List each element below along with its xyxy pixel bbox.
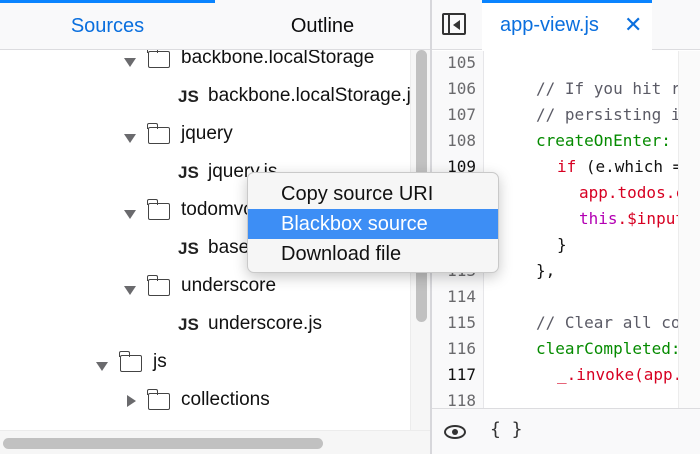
tree-item-label: backbone.localStorage.js: [208, 85, 410, 106]
code-line-110: app.todos.c: [579, 183, 685, 202]
tab-app-view-js[interactable]: app-view.js ✕: [482, 0, 652, 50]
editor-tabbar: app-view.js ✕: [432, 0, 700, 50]
tree-folder-js[interactable]: js: [0, 347, 410, 385]
tree-folder-underscore[interactable]: underscore: [0, 271, 410, 309]
editor-footer: { }: [432, 408, 700, 454]
code-line-109: if (e.which =: [557, 157, 682, 176]
code-keyword: this: [579, 209, 618, 228]
code-line-115: // Clear all co: [536, 313, 681, 332]
folder-icon: [147, 123, 170, 144]
folder-icon: [147, 199, 170, 220]
tree-horizontal-scrollbar[interactable]: [0, 430, 430, 454]
chevron-down-icon[interactable]: [124, 58, 136, 67]
code-line-116: clearCompleted:: [536, 339, 681, 358]
js-file-icon: JS: [178, 315, 199, 334]
tree-item-label: collections: [181, 389, 270, 410]
tree-folder-backbone-localstorage[interactable]: backbone.localStorage: [0, 50, 410, 81]
menu-item-download-file[interactable]: Download file: [248, 239, 498, 269]
menu-item-copy-source-uri[interactable]: Copy source URI: [248, 179, 498, 209]
code-line-112: }: [557, 235, 567, 254]
chevron-down-icon[interactable]: [124, 134, 136, 143]
tree-item-label: js: [153, 351, 167, 372]
code-line-106: // If you hit return: [536, 79, 700, 98]
folder-icon: [147, 275, 170, 296]
toggle-sidebar-icon[interactable]: [442, 13, 466, 35]
tab-sources[interactable]: Sources: [0, 0, 215, 50]
code-text: .invoke(app.: [566, 365, 683, 384]
code-text: _: [557, 365, 567, 384]
code-text: (e.which =: [576, 157, 683, 176]
context-menu: Copy source URI Blackbox source Download…: [247, 172, 499, 273]
code-line-108: createOnEnter:: [536, 131, 681, 150]
tree-item-label: backbone.localStorage: [181, 50, 375, 68]
tree-file-backbone-localstorage-js[interactable]: JS backbone.localStorage.js: [0, 81, 410, 119]
folder-icon: [147, 50, 170, 68]
eye-icon[interactable]: [444, 425, 466, 439]
pretty-print-button[interactable]: { }: [490, 419, 523, 440]
sources-tabbar: Sources Outline: [0, 0, 430, 50]
chevron-down-icon[interactable]: [96, 362, 108, 371]
chevron-down-icon[interactable]: [124, 286, 136, 295]
chevron-right-icon[interactable]: [127, 395, 136, 407]
tab-outline[interactable]: Outline: [215, 0, 430, 50]
code-line-111: this.$input: [579, 209, 685, 228]
menu-item-blackbox-source[interactable]: Blackbox source: [248, 209, 498, 239]
js-file-icon: JS: [178, 239, 199, 258]
tree-item-label: jquery: [181, 123, 233, 144]
close-icon[interactable]: ✕: [624, 12, 642, 38]
code-keyword: if: [557, 157, 577, 176]
folder-icon: [147, 389, 170, 410]
tree-file-underscore-js[interactable]: JS underscore.js: [0, 309, 410, 347]
editor-vertical-scrollbar[interactable]: [678, 51, 700, 408]
code-line-113: },: [536, 261, 556, 280]
code-line-107: // persisting it: [536, 105, 691, 124]
chevron-down-icon[interactable]: [124, 210, 136, 219]
code-text: .$input: [617, 209, 685, 228]
js-file-icon: JS: [178, 87, 199, 106]
editor-tab-filename: app-view.js: [500, 14, 599, 36]
tree-folder-jquery[interactable]: jquery: [0, 119, 410, 157]
tree-item-label: underscore: [181, 275, 277, 296]
code-line-117: _.invoke(app.: [557, 365, 682, 384]
js-file-icon: JS: [178, 163, 199, 182]
tree-item-label: underscore.js: [208, 313, 323, 334]
tree-folder-collections[interactable]: collections: [0, 385, 410, 423]
scrollbar-thumb[interactable]: [3, 438, 323, 449]
folder-icon: [119, 351, 142, 372]
